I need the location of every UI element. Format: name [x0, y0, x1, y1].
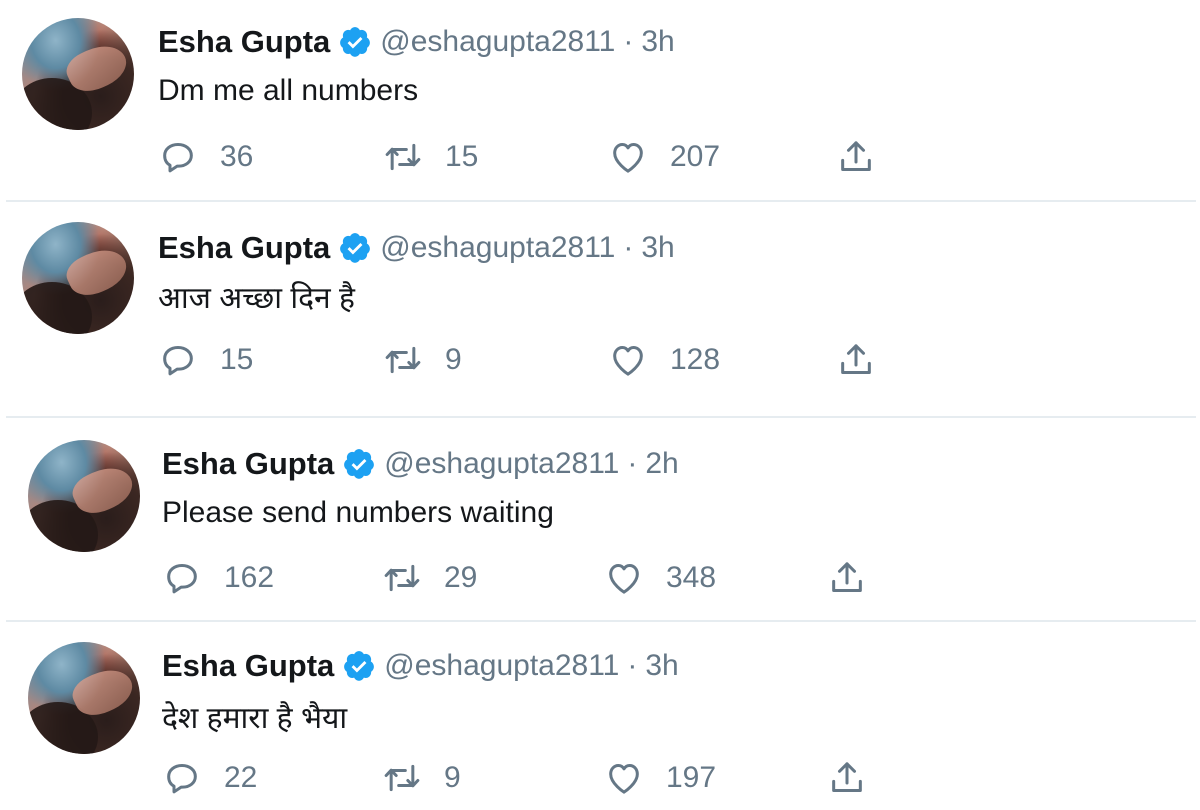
- tweet[interactable]: Esha Gupta @eshagupta2811 · 2h Please se…: [0, 418, 1200, 620]
- avatar[interactable]: [22, 18, 134, 130]
- like-button[interactable]: 348: [604, 556, 716, 600]
- like-count: 128: [670, 343, 721, 376]
- separator: ·: [623, 231, 634, 264]
- author-name[interactable]: Esha Gupta: [158, 230, 330, 266]
- timestamp[interactable]: 3h: [641, 231, 674, 265]
- reply-icon: [163, 346, 193, 376]
- tweet-text: आज अच्छा दिन है: [158, 282, 355, 315]
- like-count: 348: [666, 561, 717, 594]
- like-count: 197: [666, 761, 717, 794]
- retweet-button[interactable]: 15: [383, 135, 478, 179]
- like-button[interactable]: 207: [608, 135, 720, 179]
- retweet-count: 29: [444, 561, 478, 594]
- reply-button[interactable]: 36: [158, 135, 253, 179]
- reply-count: 162: [224, 561, 275, 594]
- author-name[interactable]: Esha Gupta: [158, 24, 330, 60]
- share-button[interactable]: [827, 756, 867, 800]
- tweet-actions: 15 9 128: [158, 338, 898, 382]
- reply-icon: [167, 764, 197, 794]
- verified-badge-icon: [340, 27, 371, 57]
- reply-icon: [163, 143, 193, 173]
- reply-count: 22: [224, 761, 258, 794]
- like-count: 207: [670, 140, 721, 173]
- retweet-count: 9: [444, 761, 461, 794]
- tweet[interactable]: Esha Gupta @eshagupta2811 · 3h देश हमारा…: [0, 622, 1200, 810]
- author-handle[interactable]: @eshagupta2811: [380, 231, 615, 265]
- timestamp[interactable]: 2h: [645, 447, 678, 481]
- retweet-icon: [384, 564, 420, 592]
- tweet-text: Dm me all numbers: [158, 74, 419, 107]
- author-handle[interactable]: @eshagupta2811: [384, 447, 619, 481]
- share-icon: [832, 562, 862, 592]
- share-icon: [832, 762, 862, 792]
- share-icon: [841, 141, 871, 171]
- avatar[interactable]: [28, 440, 140, 552]
- share-icon: [841, 344, 871, 374]
- author-name[interactable]: Esha Gupta: [162, 446, 334, 482]
- separator: ·: [627, 649, 638, 682]
- tweet-header: Esha Gupta @eshagupta2811 · 3h: [158, 22, 675, 62]
- separator: ·: [623, 25, 634, 58]
- tweet[interactable]: Esha Gupta @eshagupta2811 · 3h Dm me all…: [0, 0, 1200, 200]
- share-button[interactable]: [836, 338, 876, 382]
- like-button[interactable]: 128: [608, 338, 720, 382]
- reply-button[interactable]: 15: [158, 338, 253, 382]
- verified-badge-icon: [344, 651, 375, 681]
- tweet-actions: 162 29 348: [162, 556, 902, 600]
- separator: ·: [627, 447, 638, 480]
- retweet-button[interactable]: 9: [382, 756, 461, 800]
- like-button[interactable]: 197: [604, 756, 716, 800]
- timestamp[interactable]: 3h: [645, 649, 678, 683]
- tweet-header: Esha Gupta @eshagupta2811 · 3h: [158, 228, 675, 268]
- retweet-button[interactable]: 9: [383, 338, 462, 382]
- reply-button[interactable]: 162: [162, 556, 274, 600]
- tweet-actions: 22 9 197: [162, 756, 902, 800]
- retweet-icon: [385, 346, 421, 374]
- author-handle[interactable]: @eshagupta2811: [380, 25, 615, 59]
- verified-badge-icon: [344, 449, 375, 479]
- author-name[interactable]: Esha Gupta: [162, 648, 334, 684]
- heart-icon: [613, 346, 643, 376]
- avatar[interactable]: [28, 642, 140, 754]
- tweet-header: Esha Gupta @eshagupta2811 · 2h: [162, 444, 679, 484]
- tweet-feed: Esha Gupta @eshagupta2811 · 3h Dm me all…: [0, 0, 1200, 810]
- reply-count: 15: [220, 343, 254, 376]
- avatar[interactable]: [22, 222, 134, 334]
- heart-icon: [613, 143, 643, 173]
- share-button[interactable]: [827, 556, 867, 600]
- timestamp[interactable]: 3h: [641, 25, 674, 59]
- retweet-count: 9: [445, 343, 462, 376]
- reply-icon: [167, 564, 197, 594]
- tweet-text: Please send numbers waiting: [162, 496, 554, 529]
- retweet-icon: [384, 764, 420, 792]
- retweet-icon: [385, 143, 421, 171]
- author-handle[interactable]: @eshagupta2811: [384, 649, 619, 683]
- retweet-button[interactable]: 29: [382, 556, 477, 600]
- heart-icon: [609, 764, 639, 794]
- tweet-header: Esha Gupta @eshagupta2811 · 3h: [162, 646, 679, 686]
- verified-badge-icon: [340, 233, 371, 263]
- retweet-count: 15: [445, 140, 479, 173]
- heart-icon: [609, 564, 639, 594]
- share-button[interactable]: [836, 135, 876, 179]
- reply-count: 36: [220, 140, 254, 173]
- tweet-text: देश हमारा है भैया: [162, 702, 348, 735]
- tweet[interactable]: Esha Gupta @eshagupta2811 · 3h आज अच्छा …: [0, 202, 1200, 416]
- tweet-actions: 36 15 207: [158, 135, 898, 179]
- reply-button[interactable]: 22: [162, 756, 257, 800]
